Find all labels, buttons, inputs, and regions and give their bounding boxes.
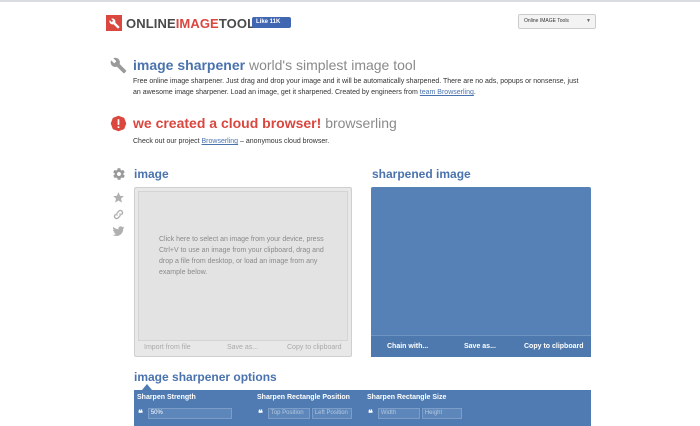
fb-like-label: Like 11K — [256, 19, 281, 25]
tools-dropdown-value: Online IMAGE Tools — [524, 18, 569, 24]
logo-text: ONLINEIMAGETOOLS — [126, 16, 264, 31]
page-title-sub: world's simplest image tool — [248, 57, 416, 73]
input-copy-to-clipboard-button[interactable]: Copy to clipboard — [287, 344, 341, 351]
twitter-icon[interactable] — [112, 225, 126, 239]
promo-title: we created a cloud browser! browserling — [133, 115, 397, 131]
output-panel-title: sharpened image — [372, 167, 471, 181]
logo-wrench-icon — [106, 15, 122, 31]
logo-text-image: IMAGE — [175, 15, 219, 31]
team-browserling-link[interactable]: team Browserling — [420, 89, 474, 96]
import-from-file-button[interactable]: Import from file — [144, 344, 191, 351]
intro-description-end: . — [473, 89, 476, 96]
image-drop-zone[interactable]: Click here to select an image from your … — [138, 191, 348, 341]
option-rect-position: Sharpen Rectangle Position — [257, 394, 350, 401]
input-save-as-button[interactable]: Save as... — [227, 344, 258, 351]
image-input-panel[interactable]: Click here to select an image from your … — [134, 187, 352, 357]
promo-title-sub: browserling — [325, 115, 397, 131]
drop-zone-instructions: Click here to select an image from your … — [159, 236, 324, 276]
left-position-input[interactable]: Left Position — [311, 408, 352, 419]
output-copy-to-clipboard-button[interactable]: Copy to clipboard — [524, 343, 584, 350]
chevron-down-icon: ▼ — [586, 18, 591, 24]
option-sharpen-strength-label: Sharpen Strength — [137, 394, 196, 401]
option-rect-size: Sharpen Rectangle Size — [367, 394, 446, 401]
site-logo[interactable]: ONLINEIMAGETOOLS — [106, 15, 264, 31]
option-sharpen-strength-row: ❝ 50% — [138, 408, 234, 419]
tools-dropdown[interactable]: Online IMAGE Tools ▼ — [518, 14, 596, 29]
height-input[interactable]: Height — [421, 408, 462, 419]
browserling-link[interactable]: Browserling — [202, 138, 239, 145]
output-save-as-button[interactable]: Save as... — [464, 343, 496, 350]
option-rect-position-row: ❝ Top Position Left Position — [258, 408, 354, 419]
top-border — [0, 0, 700, 2]
option-sharpen-strength: Sharpen Strength — [137, 394, 196, 401]
quote-icon: ❝ — [138, 408, 143, 418]
wrench-icon — [110, 57, 127, 79]
promo-title-main: we created a cloud browser! — [133, 115, 322, 131]
facebook-like-button[interactable]: Like 11K — [252, 17, 291, 28]
gear-icon[interactable] — [112, 167, 126, 181]
input-action-bar: Import from file Save as... Copy to clip… — [135, 340, 351, 354]
quote-icon: ❝ — [368, 408, 373, 418]
options-title: image sharpener options — [134, 370, 277, 384]
option-rect-size-label: Sharpen Rectangle Size — [367, 394, 447, 401]
option-rect-position-label: Sharpen Rectangle Position — [257, 394, 350, 401]
option-rect-size-row: ❝ Width Height — [368, 408, 464, 419]
promo-description: Check out our project Browserling – anon… — [133, 136, 533, 147]
link-icon[interactable] — [112, 208, 126, 222]
output-action-bar: Chain with... Save as... Copy to clipboa… — [371, 335, 591, 357]
sharpen-strength-input[interactable]: 50% — [147, 408, 232, 419]
page-title: image sharpener world's simplest image t… — [133, 57, 416, 73]
alert-icon — [110, 115, 127, 137]
width-input[interactable]: Width — [377, 408, 420, 419]
star-icon[interactable] — [112, 191, 126, 205]
logo-text-online: ONLINE — [126, 15, 176, 31]
chain-with-button[interactable]: Chain with... — [387, 343, 428, 350]
promo-text-before: Check out our project — [133, 138, 200, 145]
sharpened-image-panel: Chain with... Save as... Copy to clipboa… — [371, 187, 591, 357]
intro-description-text: Free online image sharpener. Just drag a… — [133, 78, 579, 96]
promo-text-after: – anonymous cloud browser. — [240, 138, 330, 145]
intro-description: Free online image sharpener. Just drag a… — [133, 76, 583, 98]
options-panel: Sharpen Strength ❝ 50% Sharpen Rectangle… — [134, 390, 591, 426]
quote-icon: ❝ — [258, 408, 263, 418]
top-position-input[interactable]: Top Position — [267, 408, 310, 419]
page-title-main: image sharpener — [133, 57, 246, 73]
input-panel-title: image — [134, 167, 169, 181]
